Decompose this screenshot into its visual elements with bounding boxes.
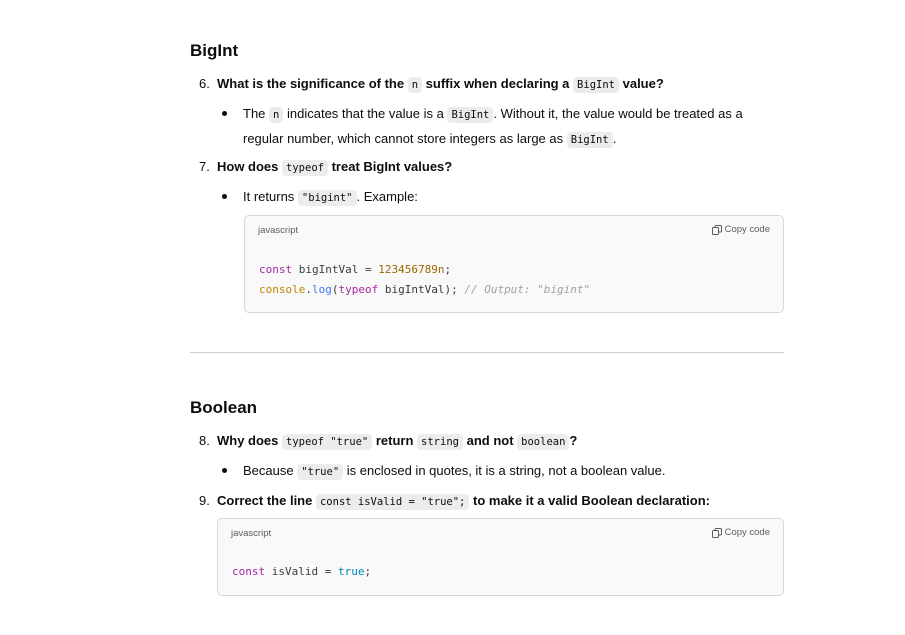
inline-code: const isValid = "true"; (315, 494, 470, 510)
code-token: log (311, 283, 332, 296)
answer-text-part: The (243, 106, 266, 121)
question-number: 7. (199, 159, 210, 174)
question-text: Why does typeof "true" return string and… (217, 431, 577, 452)
inline-code: BigInt (573, 77, 619, 93)
question-text-part: and not (466, 433, 514, 448)
code-token: bigIntVal); (378, 283, 465, 296)
inline-code: string (417, 434, 463, 450)
bullet-dot (222, 194, 227, 199)
code-token: ; (364, 565, 372, 578)
copy-code-label: Copy code (724, 527, 770, 538)
code-content: const bigIntVal = 123456789n; console.lo… (259, 260, 590, 300)
question-text-part: What is the significance of the (217, 76, 405, 91)
answer-text-part: . Example: (356, 189, 418, 204)
question-text: What is the significance of the n suffix… (217, 74, 664, 95)
code-token: typeof (338, 283, 379, 296)
answer-text-part: is enclosed in quotes, it is a string, n… (346, 463, 666, 478)
inline-code: n (407, 77, 423, 93)
code-token: true (337, 565, 365, 578)
copy-icon (711, 527, 722, 538)
code-language-label: javascript (258, 225, 299, 236)
section-heading-bigint: BigInt (190, 41, 239, 60)
question-number: 9. (199, 493, 210, 508)
question-text: Correct the line const isValid = "true";… (217, 491, 710, 512)
code-token: bigIntVal = (292, 263, 379, 276)
code-comment: // Output: "bigint" (464, 283, 591, 296)
inline-code: n (269, 107, 284, 123)
question-text-part: Correct the line (217, 493, 313, 508)
inline-code: typeof "true" (282, 434, 373, 450)
inline-code: "bigint" (297, 190, 357, 206)
question-text: How does typeof treat BigInt values? (217, 157, 452, 178)
inline-code: "true" (297, 464, 344, 480)
answer-text-part: Because (243, 463, 294, 478)
section-heading-boolean: Boolean (190, 398, 258, 417)
code-token: isValid = (265, 565, 338, 578)
answer-text: Because "true" is enclosed in quotes, it… (243, 459, 763, 484)
answer-text-part: indicates that the value is a (286, 106, 444, 121)
copy-code-label: Copy code (724, 224, 770, 235)
question-text-part: return (375, 433, 414, 448)
inline-code: BigInt (447, 107, 494, 123)
copy-code-button[interactable]: Copy code (711, 527, 770, 538)
section-divider (190, 352, 784, 353)
answer-text-part: . (612, 131, 617, 146)
question-text-part: treat BigInt values? (331, 159, 453, 174)
question-text-part: ? (569, 433, 578, 448)
answer-text: It returns "bigint". Example: (243, 185, 763, 210)
bullet-dot (222, 468, 227, 473)
code-token: console (259, 283, 306, 296)
code-content: const isValid = true; (232, 562, 371, 582)
question-text-part: suffix when declaring a (425, 76, 570, 91)
code-token: . (305, 283, 312, 296)
code-token: const (232, 565, 266, 578)
question-text-part: Why does (217, 433, 279, 448)
question-text-part: to make it a valid Boolean declaration: (473, 493, 710, 508)
question-text-part: value? (622, 76, 664, 91)
answer-text-part: It returns (243, 189, 295, 204)
copy-code-button[interactable]: Copy code (711, 224, 770, 235)
code-block: javascript Copy code const isValid = tru… (217, 518, 784, 596)
question-number: 8. (199, 433, 210, 448)
question-text-part: How does (217, 159, 279, 174)
code-token: ; (444, 263, 452, 276)
code-token: 123456789n (378, 263, 445, 276)
code-token: const (259, 263, 293, 276)
bullet-dot (222, 111, 227, 116)
question-number: 6. (199, 76, 210, 91)
inline-code: boolean (517, 434, 570, 450)
inline-code: typeof (282, 160, 328, 176)
inline-code: BigInt (566, 132, 613, 148)
code-language-label: javascript (231, 528, 272, 539)
copy-icon (711, 224, 722, 235)
answer-text: The n indicates that the value is a BigI… (243, 102, 763, 152)
code-block: javascript Copy code const bigIntVal = 1… (244, 215, 784, 313)
